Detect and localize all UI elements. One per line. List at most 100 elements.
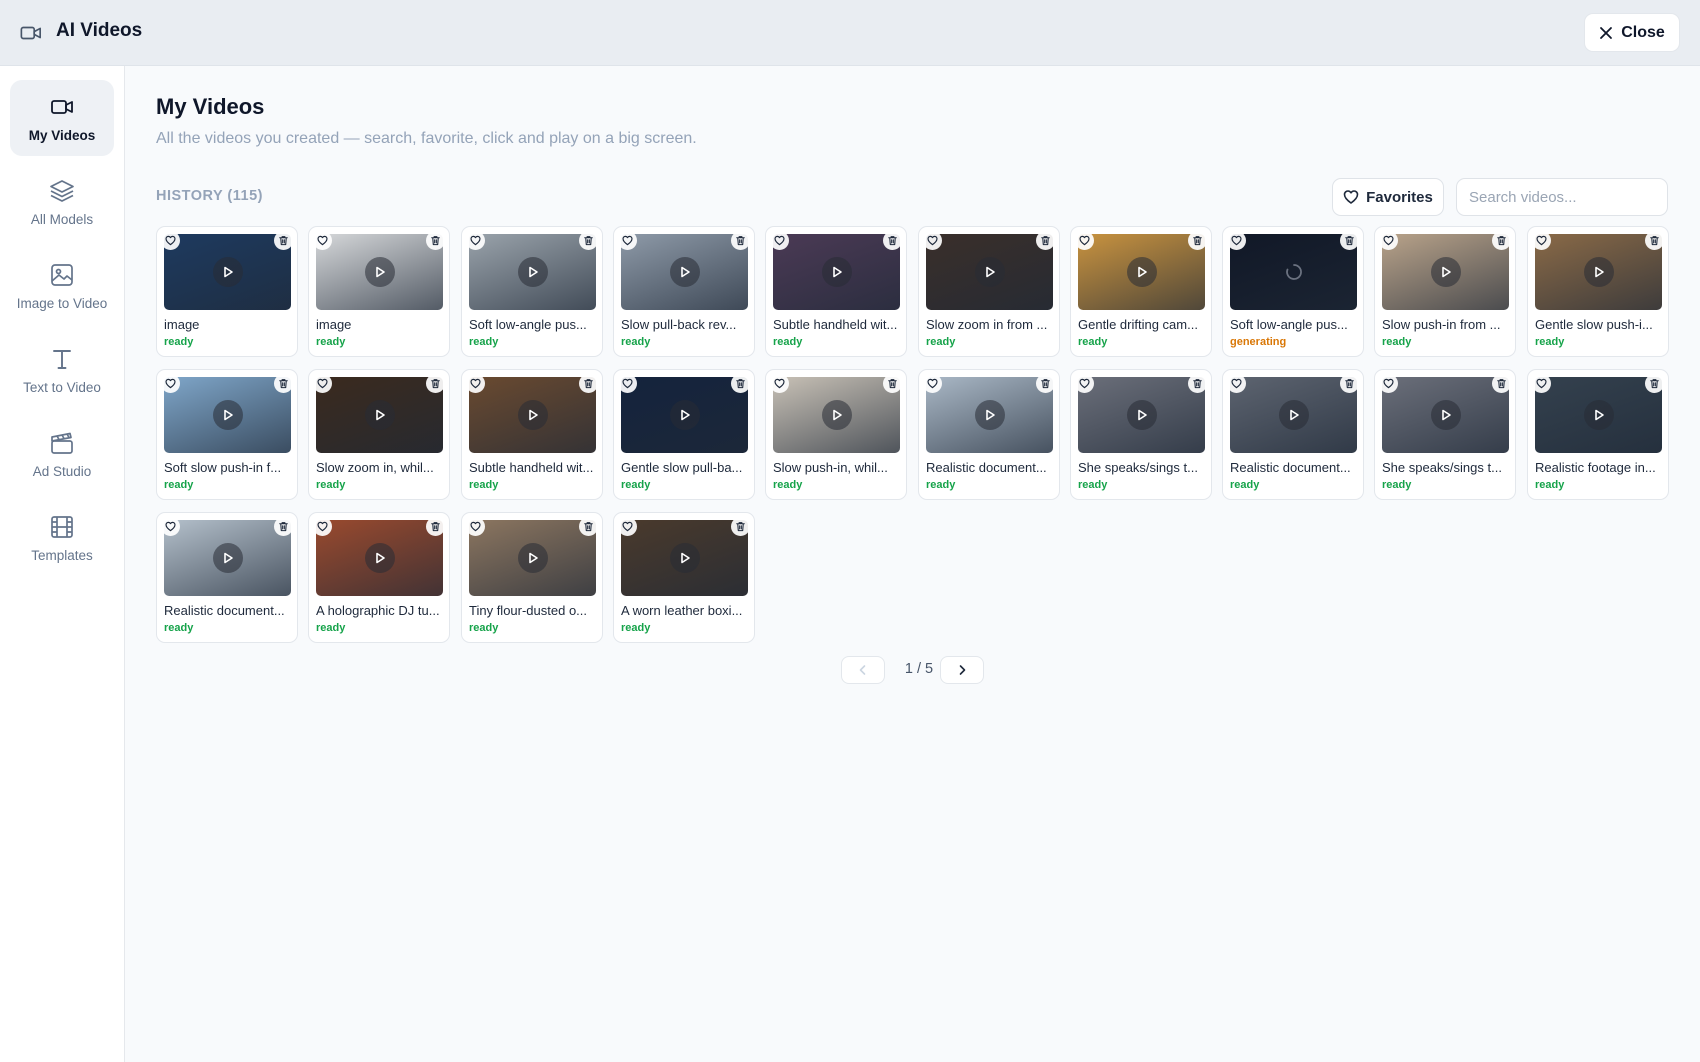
sidebar-item-my-videos[interactable]: My Videos (10, 80, 114, 156)
play-button[interactable] (669, 400, 700, 430)
delete-button[interactable] (1492, 374, 1511, 393)
video-card[interactable]: Realistic document... ready (918, 369, 1060, 500)
video-card[interactable]: Slow zoom in from ... ready (918, 226, 1060, 357)
video-card[interactable]: Realistic document... ready (156, 512, 298, 643)
delete-button[interactable] (1340, 374, 1359, 393)
favorite-toggle[interactable] (1532, 374, 1551, 393)
video-card[interactable]: She speaks/sings t... ready (1374, 369, 1516, 500)
play-button[interactable] (212, 400, 243, 430)
favorite-toggle[interactable] (466, 231, 485, 250)
play-button[interactable] (821, 400, 852, 430)
favorite-toggle[interactable] (1227, 231, 1246, 250)
favorite-toggle[interactable] (923, 231, 942, 250)
delete-button[interactable] (731, 517, 750, 536)
play-button[interactable] (212, 543, 243, 573)
video-card[interactable]: She speaks/sings t... ready (1070, 369, 1212, 500)
delete-button[interactable] (1188, 374, 1207, 393)
play-button[interactable] (1126, 257, 1157, 287)
sidebar-item-image-to-video[interactable]: Image to Video (10, 248, 114, 324)
play-button[interactable] (821, 257, 852, 287)
delete-button[interactable] (1036, 374, 1055, 393)
favorite-toggle[interactable] (618, 374, 637, 393)
play-button[interactable] (1430, 400, 1461, 430)
favorite-toggle[interactable] (313, 517, 332, 536)
play-button[interactable] (364, 543, 395, 573)
video-card[interactable]: Soft low-angle pus... ready (461, 226, 603, 357)
video-card[interactable]: Gentle drifting cam... ready (1070, 226, 1212, 357)
favorites-filter-button[interactable]: Favorites (1332, 178, 1444, 216)
prev-page-button[interactable] (841, 656, 885, 684)
video-card[interactable]: Tiny flour-dusted o... ready (461, 512, 603, 643)
favorite-toggle[interactable] (1075, 374, 1094, 393)
video-card[interactable]: Gentle slow push-i... ready (1527, 226, 1669, 357)
favorite-toggle[interactable] (770, 374, 789, 393)
video-card[interactable]: Realistic footage in... ready (1527, 369, 1669, 500)
delete-button[interactable] (1036, 231, 1055, 250)
video-card[interactable]: Slow push-in from ... ready (1374, 226, 1516, 357)
favorite-toggle[interactable] (161, 374, 180, 393)
favorite-toggle[interactable] (313, 231, 332, 250)
delete-button[interactable] (579, 374, 598, 393)
next-page-button[interactable] (940, 656, 984, 684)
video-card[interactable]: Soft low-angle pus... generating (1222, 226, 1364, 357)
favorite-toggle[interactable] (1532, 231, 1551, 250)
play-button[interactable] (1583, 400, 1614, 430)
play-button[interactable] (212, 257, 243, 287)
delete-button[interactable] (1492, 231, 1511, 250)
favorite-toggle[interactable] (161, 231, 180, 250)
video-card[interactable]: Slow pull-back rev... ready (613, 226, 755, 357)
delete-button[interactable] (883, 231, 902, 250)
favorite-toggle[interactable] (1227, 374, 1246, 393)
close-button[interactable]: Close (1584, 13, 1680, 52)
video-card[interactable]: image ready (156, 226, 298, 357)
sidebar-item-templates[interactable]: Templates (10, 500, 114, 576)
video-card[interactable]: Slow push-in, whil... ready (765, 369, 907, 500)
delete-button[interactable] (274, 231, 293, 250)
play-button[interactable] (974, 257, 1005, 287)
delete-button[interactable] (731, 231, 750, 250)
play-button[interactable] (517, 543, 548, 573)
delete-button[interactable] (1645, 231, 1664, 250)
video-card[interactable]: Gentle slow pull-ba... ready (613, 369, 755, 500)
favorite-toggle[interactable] (618, 231, 637, 250)
favorite-toggle[interactable] (161, 517, 180, 536)
video-card[interactable]: A holographic DJ tu... ready (308, 512, 450, 643)
play-button[interactable] (364, 400, 395, 430)
play-button[interactable] (669, 543, 700, 573)
play-button[interactable] (1126, 400, 1157, 430)
sidebar-item-all-models[interactable]: All Models (10, 164, 114, 240)
play-button[interactable] (517, 400, 548, 430)
video-card[interactable]: image ready (308, 226, 450, 357)
play-button[interactable] (364, 257, 395, 287)
delete-button[interactable] (426, 374, 445, 393)
favorite-toggle[interactable] (1379, 231, 1398, 250)
video-card[interactable]: Soft slow push-in f... ready (156, 369, 298, 500)
favorite-toggle[interactable] (770, 231, 789, 250)
delete-button[interactable] (426, 231, 445, 250)
delete-button[interactable] (426, 517, 445, 536)
play-button[interactable] (1278, 400, 1309, 430)
delete-button[interactable] (1645, 374, 1664, 393)
video-card[interactable]: Subtle handheld wit... ready (461, 369, 603, 500)
delete-button[interactable] (1340, 231, 1359, 250)
play-button[interactable] (517, 257, 548, 287)
play-button[interactable] (974, 400, 1005, 430)
delete-button[interactable] (731, 374, 750, 393)
video-card[interactable]: Realistic document... ready (1222, 369, 1364, 500)
favorite-toggle[interactable] (618, 517, 637, 536)
delete-button[interactable] (1188, 231, 1207, 250)
delete-button[interactable] (274, 374, 293, 393)
favorite-toggle[interactable] (466, 517, 485, 536)
delete-button[interactable] (579, 517, 598, 536)
favorite-toggle[interactable] (466, 374, 485, 393)
favorite-toggle[interactable] (1075, 231, 1094, 250)
delete-button[interactable] (579, 231, 598, 250)
search-input[interactable] (1456, 178, 1668, 216)
favorite-toggle[interactable] (1379, 374, 1398, 393)
video-card[interactable]: A worn leather boxi... ready (613, 512, 755, 643)
play-button[interactable] (669, 257, 700, 287)
delete-button[interactable] (883, 374, 902, 393)
delete-button[interactable] (274, 517, 293, 536)
favorite-toggle[interactable] (923, 374, 942, 393)
video-card[interactable]: Subtle handheld wit... ready (765, 226, 907, 357)
